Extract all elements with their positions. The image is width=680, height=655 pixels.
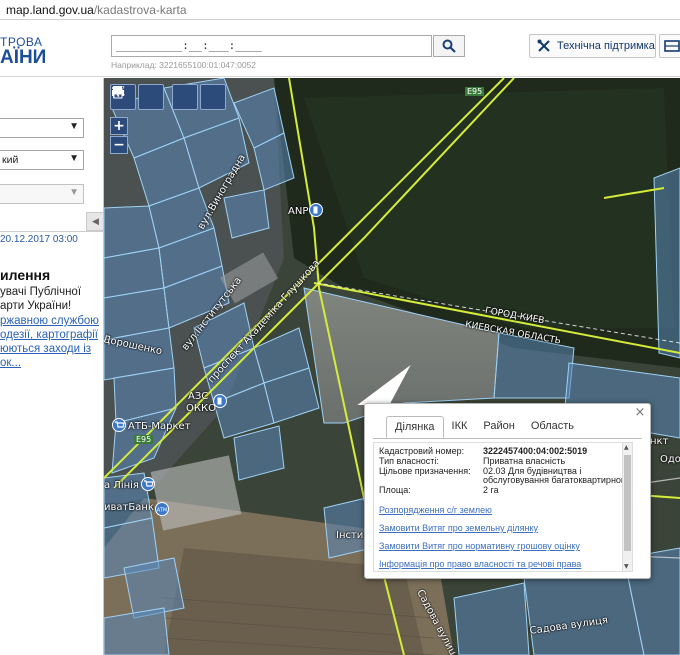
chevron-down-icon: ▼ [69,153,79,164]
identify-button[interactable]: ? [113,84,226,110]
map-label-insti: Інсти [336,530,364,541]
region-select[interactable]: ▼ [0,118,84,138]
map-label-azs: АЗС [188,391,209,402]
gas-station-icon[interactable] [309,203,323,217]
district-select-value: кий [2,154,19,166]
layers-icon [664,40,680,52]
road-shield: E95 [465,87,485,96]
logo-bottom-text[interactable]: АЇНИ [0,47,46,69]
link-order-valuation-extract[interactable]: Замовити Витяг про нормативну грошову оц… [379,541,580,551]
tab-parcel[interactable]: Ділянка [386,416,444,438]
tools-icon [537,39,550,52]
svg-text:ATM: ATM [157,508,167,514]
shopping-cart-icon[interactable] [141,477,155,491]
left-sidebar: ▼ кий ▼ ▼ ◀ 20.12.2017 03:00 илення увач… [0,78,104,655]
map-label-anp: ANP [288,206,309,217]
scroll-down-icon[interactable]: ▼ [624,563,629,570]
search-button[interactable] [433,35,465,57]
field-cadastral-number: Кадастровий номер: 3222457400:04:002:5019 [379,446,588,456]
tech-support-button[interactable]: Технічна підтримка [529,34,656,58]
news-text-line: увачі Публічної [0,286,82,298]
map-label-okko: ОККО [186,403,216,414]
map-label-poi: нкт [650,436,669,447]
address-bar[interactable]: map.land.gov.ua/kadastrova-karta [0,0,680,20]
map-label-liniya: а Лінія [104,480,139,491]
search-icon [442,39,456,53]
tab-ikk[interactable]: ІКК [444,416,476,438]
scroll-up-icon[interactable]: ▲ [624,444,629,451]
shopping-cart-icon[interactable] [112,418,126,432]
field-area: Площа: 2 га [379,485,499,495]
road-shield: E95 [134,435,154,444]
atm-icon[interactable]: ATM [155,502,169,516]
news-title: илення [0,267,51,283]
district-select[interactable]: кий ▼ [0,150,84,170]
url-path: /kadastrova-karta [93,3,187,17]
news-link-line[interactable]: ок... [0,357,21,369]
pointer-help-icon: ? [113,85,125,97]
council-select[interactable]: ▼ [0,184,84,204]
link-order-parcel-extract[interactable]: Замовити Витяг про земельну ділянку [379,523,538,533]
svg-text:?: ? [121,85,125,93]
zoom-in-button[interactable]: + [110,117,128,135]
popup-tabs: Ділянка ІКК Район Область [386,416,582,438]
cadastral-map[interactable]: E95 E95 ANP вул.Виноградна вул.Інститутс… [104,78,680,655]
map-label-privatbank: иватБанк [104,502,154,513]
chevron-down-icon: ▼ [69,121,79,132]
collapse-sidebar-button[interactable]: ◀ [86,212,103,231]
print-button[interactable] [112,84,198,110]
map-label-atb: АТБ-Маркет [128,421,191,432]
gas-station-icon[interactable] [213,394,227,408]
tab-divider [373,438,642,439]
divider [0,231,103,232]
site-header: ТРОВА АЇНИ __________:__:___:____ Наприк… [0,21,680,77]
zoom-out-button[interactable]: − [110,136,128,154]
cadastral-search-input[interactable]: __________:__:___:____ [111,35,432,57]
zoom-controls: + − [110,117,128,155]
map-label-poi: Одо [660,454,680,465]
close-icon[interactable]: × [634,406,646,419]
chevron-left-icon: ◀ [92,216,99,227]
url-host: map.land.gov.ua [6,3,94,17]
link-ownership-info[interactable]: Інформація про право власності та речові… [379,559,581,569]
link-land-disposal[interactable]: Розпорядження с/г землею [379,505,492,515]
news-link-line[interactable]: ржавною службою [0,315,99,327]
field-purpose-cont: обслуговування багатоквартирного житлово… [483,475,632,485]
parcel-info-popup: × Ділянка ІКК Район Область Кадастровий … [364,403,651,579]
parcel-details-panel: Кадастровий номер: 3222457400:04:002:5019… [373,442,633,572]
chevron-down-icon: ▼ [69,187,79,198]
news-link-line[interactable]: юються заходи із [0,343,91,355]
news-link-line[interactable]: одезії, картографії [0,329,98,341]
measure-area-button[interactable]: м² [112,84,164,110]
tab-district[interactable]: Район [475,416,522,438]
scrollbar-thumb[interactable] [624,455,631,551]
news-date: 20.12.2017 03:00 [0,234,78,245]
layers-button[interactable] [659,34,680,58]
panel-scrollbar[interactable]: ▲ ▼ [622,443,632,571]
tab-region[interactable]: Область [523,416,582,438]
field-ownership-type: Тип власності: Приватна власність [379,456,566,466]
news-text-line: арти України! [0,300,72,312]
tech-support-label: Технічна підтримка [557,40,655,52]
search-hint: Наприклад: 3221655100:01:047:0052 [111,60,257,70]
map-toolbar: м м² ? [110,84,228,110]
